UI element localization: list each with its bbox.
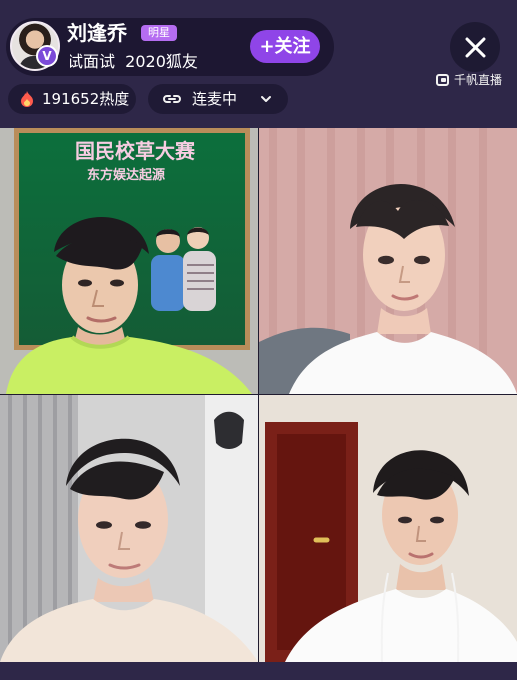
chevron-down-icon — [261, 96, 271, 102]
close-button[interactable] — [450, 22, 500, 72]
platform-label: 千帆直播 — [454, 73, 503, 87]
platform-watermark: 千帆直播 — [434, 72, 514, 90]
connect-status-dropdown[interactable]: 连麦中 — [148, 84, 288, 114]
host-name[interactable]: 刘逢乔 — [67, 20, 127, 46]
host-ticker: 试面试 2020狐友 — [70, 50, 247, 72]
co-host-portrait-bottom-right — [259, 395, 517, 662]
video-tile-bottom-right[interactable] — [259, 395, 517, 662]
bottom-bar — [0, 662, 517, 680]
co-host-portrait-image — [6, 216, 252, 394]
poster-headline: 国民校草大赛 — [75, 139, 195, 163]
fire-icon — [21, 91, 33, 107]
video-tile-top-left[interactable]: 国民校草大赛 东方娱达起源 — [0, 128, 258, 394]
live-room-screen: V 刘逢乔 明星 试面试 2020狐友 +关注 千帆直播 191652热度 连麦… — [0, 0, 517, 680]
vip-badge: V — [36, 45, 58, 67]
co-host-portrait-top-left — [6, 182, 252, 394]
video-tile-bottom-left[interactable] — [0, 395, 258, 662]
link-icon — [163, 95, 181, 103]
platform-logo-icon — [436, 74, 449, 86]
co-host-video-grid: 国民校草大赛 东方娱达起源 — [0, 128, 517, 662]
host-tag: 明星 — [141, 25, 177, 41]
heat-pill[interactable]: 191652热度 — [8, 84, 136, 114]
host-ticker-text: 试面试 2020狐友 — [70, 52, 198, 71]
co-host-portrait-bottom-left — [0, 395, 258, 662]
video-tile-top-right[interactable] — [259, 128, 517, 394]
heat-value: 191652热度 — [42, 90, 130, 108]
co-host-portrait-top-right — [259, 128, 517, 394]
close-icon — [463, 35, 487, 59]
follow-button[interactable]: +关注 — [250, 30, 320, 63]
connect-status-label: 连麦中 — [192, 90, 238, 108]
